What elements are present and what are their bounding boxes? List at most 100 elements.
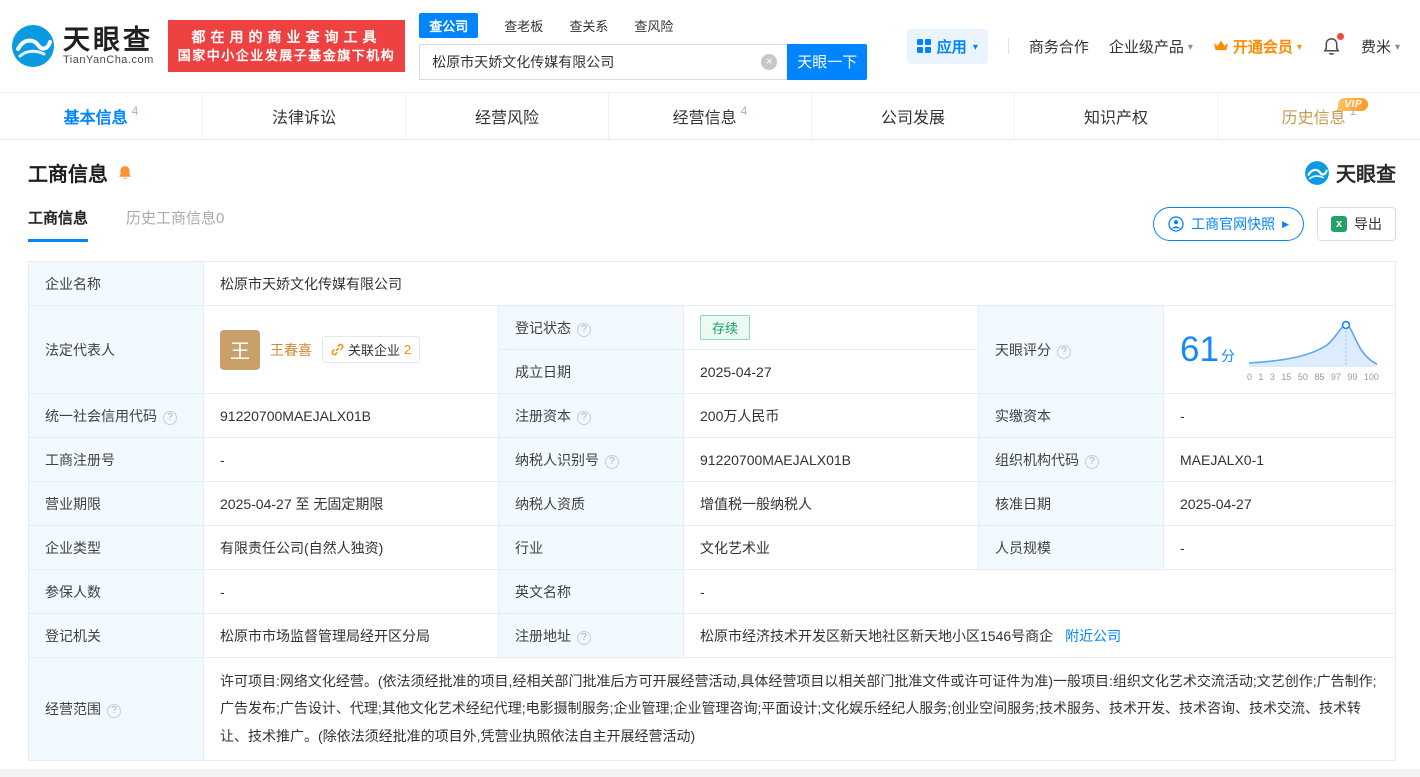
related-companies-tag[interactable]: 关联企业 2 xyxy=(322,336,421,363)
user-name-label: 费米 xyxy=(1360,38,1391,56)
tab-legal-lawsuits[interactable]: 法律诉讼 xyxy=(202,93,405,139)
wave-logo-icon xyxy=(1305,160,1329,185)
score-curve-chart xyxy=(1248,320,1378,367)
value-reg-number: - xyxy=(203,437,499,482)
label-legal-rep: 法定代表人 xyxy=(28,305,204,394)
crown-icon xyxy=(1213,40,1228,50)
row-business-term: 营业期限 2025-04-27 至 无固定期限 纳税人资质 增值税一般纳税人 核… xyxy=(28,481,1396,526)
user-menu[interactable]: 费米 ▾ xyxy=(1361,36,1400,57)
nearby-companies-link[interactable]: 附近公司 xyxy=(1065,628,1121,644)
notification-bell-button[interactable] xyxy=(1322,33,1344,56)
subtab-history-business-info[interactable]: 历史工商信息0 xyxy=(126,207,224,228)
reg-address-label-text: 注册地址 xyxy=(515,627,571,644)
help-icon[interactable]: ? xyxy=(577,410,591,425)
reg-address-text: 松原市经济技术开发区新天地社区新天地小区1546号商企 xyxy=(700,627,1054,644)
legal-rep-avatar[interactable]: 王 xyxy=(220,329,260,370)
value-legal-rep: 王 王春喜 关联企业 2 xyxy=(203,305,499,394)
menu-divider xyxy=(1007,38,1009,54)
company-nav-tabs: 基本信息 4 法律诉讼 经营风险 经营信息 4 公司发展 知识产权 VIP 历史… xyxy=(0,92,1420,140)
logo-domain-text: TianYanCha.com xyxy=(63,54,154,67)
help-icon[interactable]: ? xyxy=(577,322,591,337)
menu-business-cooperation[interactable]: 商务合作 xyxy=(1029,36,1089,57)
tianyancha-logo[interactable]: 天眼查 TianYanCha.com xyxy=(10,23,154,69)
clear-input-icon[interactable]: × xyxy=(761,53,778,70)
search-tab-risk[interactable]: 查风险 xyxy=(634,16,673,35)
label-org-code: 组织机构代码? xyxy=(978,437,1164,482)
tab-intellectual-property-label: 知识产权 xyxy=(1083,110,1148,127)
tab-operation-risk[interactable]: 经营风险 xyxy=(405,93,608,139)
promo-line-2: 国家中小企业发展子基金旗下机构 xyxy=(177,47,396,63)
enterprise-products-label: 企业级产品 xyxy=(1108,38,1184,56)
search-tab-company[interactable]: 查公司 xyxy=(419,12,479,38)
tab-basic-info-label: 基本信息 xyxy=(63,110,128,127)
search-tab-relation[interactable]: 查关系 xyxy=(569,16,608,35)
value-industry: 文化艺术业 xyxy=(683,525,979,570)
credit-code-label-text: 统一社会信用代码 xyxy=(45,407,157,424)
label-paid-capital: 实缴资本 xyxy=(978,393,1164,438)
help-icon[interactable]: ? xyxy=(1085,454,1099,469)
label-taxpayer-id: 纳税人识别号? xyxy=(498,437,684,482)
value-business-term: 2025-04-27 至 无固定期限 xyxy=(203,481,499,526)
chevron-down-icon: ▾ xyxy=(1296,41,1302,53)
value-establish-date: 2025-04-27 xyxy=(683,349,979,394)
value-reg-capital: 200万人民币 xyxy=(683,393,979,438)
org-code-label-text: 组织机构代码 xyxy=(995,451,1079,468)
section-title: 工商信息 xyxy=(28,164,108,186)
tab-operation-risk-label: 经营风险 xyxy=(474,110,539,127)
tab-history-info[interactable]: VIP 历史信息 1 xyxy=(1217,93,1420,139)
tab-basic-info[interactable]: 基本信息 4 xyxy=(0,93,202,139)
menu-enterprise-products[interactable]: 企业级产品 ▾ xyxy=(1109,36,1193,57)
search-input[interactable] xyxy=(419,43,788,80)
score-axis: 0 1 3 15 50 85 97 99 100 xyxy=(1246,371,1379,382)
page-bottom-divider xyxy=(0,768,1420,777)
help-icon[interactable]: ? xyxy=(107,703,121,718)
promo-banner: 都在用的商业查询工具 国家中小企业发展子基金旗下机构 xyxy=(167,19,406,73)
help-icon[interactable]: ? xyxy=(163,410,177,425)
subscribe-bell-icon[interactable] xyxy=(117,164,133,181)
export-button[interactable]: x 导出 xyxy=(1317,207,1396,241)
value-reg-address: 松原市经济技术开发区新天地社区新天地小区1546号商企 附近公司 xyxy=(683,613,1396,658)
label-industry: 行业 xyxy=(498,525,684,570)
value-staff-size: - xyxy=(1163,525,1396,570)
tab-legal-lawsuits-label: 法律诉讼 xyxy=(271,110,336,127)
value-business-scope: 许可项目:网络文化经营。(依法须经批准的项目,经相关部门批准后方可开展经营活动,… xyxy=(203,657,1396,761)
search-button[interactable]: 天眼一下 xyxy=(787,43,868,80)
score-label-text: 天眼评分 xyxy=(995,341,1051,358)
subtab-business-info[interactable]: 工商信息 xyxy=(28,207,89,242)
value-org-code: MAEJALX0-1 xyxy=(1163,437,1396,482)
score-chart: 0 1 3 15 50 85 97 99 100 xyxy=(1247,318,1379,382)
search-tab-boss[interactable]: 查老板 xyxy=(504,16,543,35)
taxpayer-id-label-text: 纳税人识别号 xyxy=(515,451,599,468)
top-header: 天眼查 TianYanCha.com 都在用的商业查询工具 国家中小企业发展子基… xyxy=(0,0,1420,92)
tab-operation-info-label: 经营信息 xyxy=(672,110,737,127)
value-company-type: 有限责任公司(自然人独资) xyxy=(203,525,499,570)
export-label: 导出 xyxy=(1354,216,1382,232)
value-reg-authority: 松原市市场监督管理局经开区分局 xyxy=(203,613,499,658)
notification-red-dot xyxy=(1336,33,1344,40)
legal-rep-name-link[interactable]: 王春喜 xyxy=(270,340,312,360)
label-establish-date: 成立日期 xyxy=(498,349,684,394)
person-icon xyxy=(1168,216,1184,232)
value-credit-code: 91220700MAEJALX01B xyxy=(203,393,499,438)
tab-history-info-count: 1 xyxy=(1349,104,1357,118)
value-approval-date: 2025-04-27 xyxy=(1163,481,1396,526)
label-credit-code: 统一社会信用代码? xyxy=(28,393,204,438)
apps-menu-button[interactable]: 应用 ▾ xyxy=(906,28,988,64)
tab-operation-info[interactable]: 经营信息 4 xyxy=(608,93,811,139)
help-icon[interactable]: ? xyxy=(577,630,591,645)
menu-open-vip[interactable]: 开通会员 ▾ xyxy=(1213,36,1302,57)
help-icon[interactable]: ? xyxy=(605,454,619,469)
official-snapshot-button[interactable]: 工商官网快照 ▶ xyxy=(1153,207,1304,241)
excel-icon: x xyxy=(1331,216,1347,232)
value-tianyan-score: 61 分 0 1 3 15 50 85 97 99 100 xyxy=(1163,305,1396,394)
label-english-name: 英文名称 xyxy=(498,569,684,614)
tab-intellectual-property[interactable]: 知识产权 xyxy=(1014,93,1217,139)
link-icon xyxy=(331,343,344,356)
help-icon[interactable]: ? xyxy=(1057,344,1071,359)
tab-history-info-label: 历史信息 xyxy=(1281,110,1346,127)
search-block: 查公司 查老板 查关系 查风险 × 天眼一下 xyxy=(419,12,868,80)
row-credit-code: 统一社会信用代码? 91220700MAEJALX01B 注册资本? 200万人… xyxy=(28,393,1396,438)
tab-operation-info-count: 4 xyxy=(740,104,748,118)
tab-company-development[interactable]: 公司发展 xyxy=(811,93,1014,139)
row-legal-rep: 法定代表人 王 王春喜 关联企业 2 登记状态? 存续 天眼评分 ? 61 分 … xyxy=(28,305,1396,394)
